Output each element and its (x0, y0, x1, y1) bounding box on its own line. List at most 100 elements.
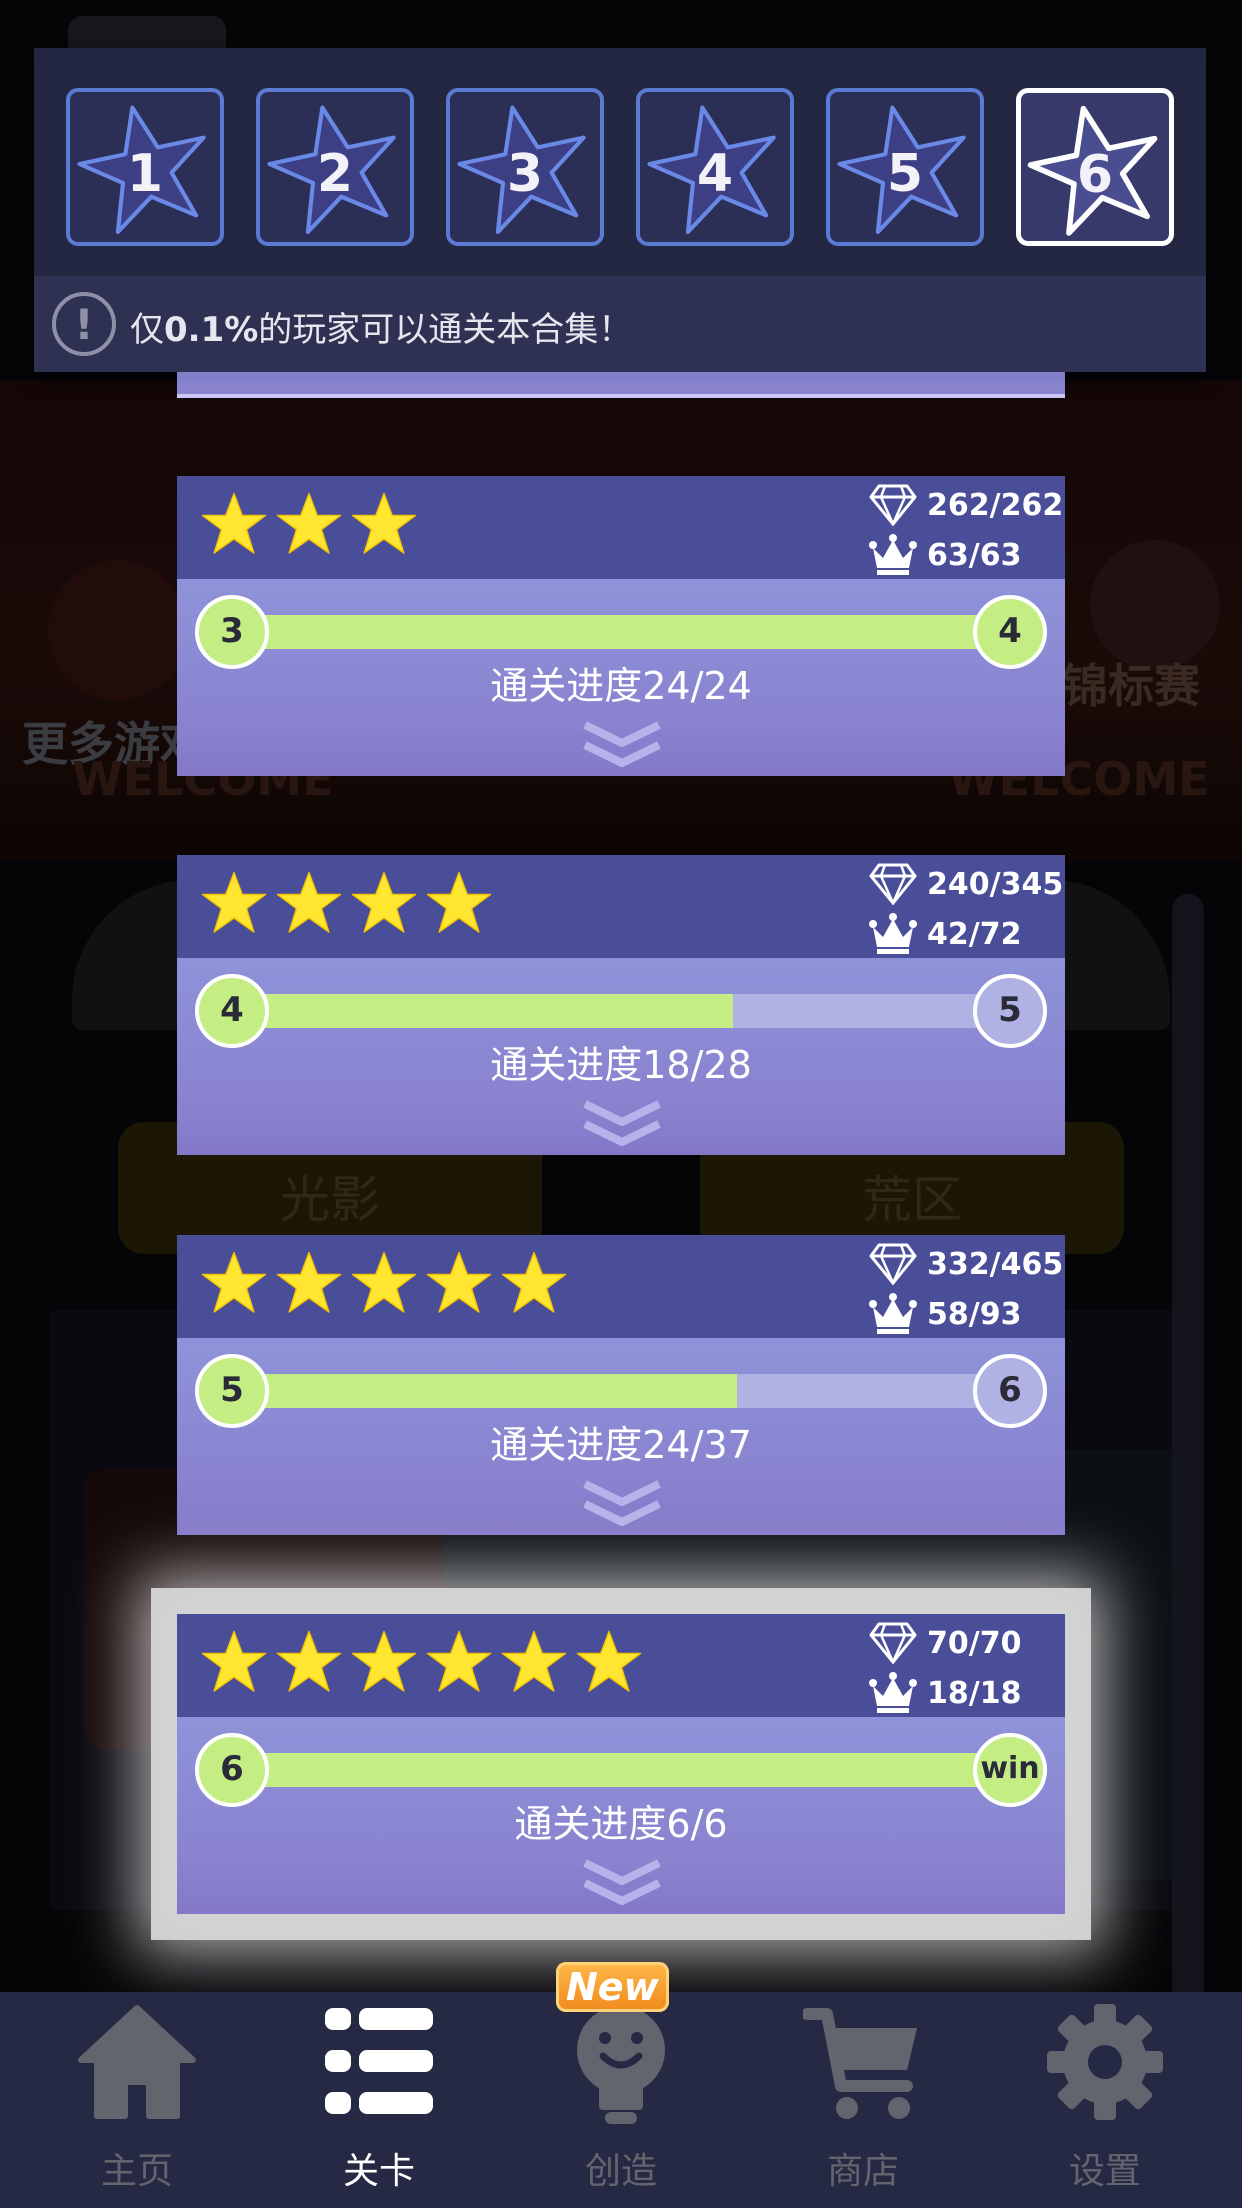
chevron-down-icon[interactable] (581, 1098, 663, 1148)
tier-number: 6 (1076, 145, 1114, 205)
star-icon (276, 1251, 342, 1313)
gem-stat: 332/465 (869, 1239, 1063, 1287)
diamond-icon (869, 1243, 917, 1285)
nav-label: 创造 (584, 2151, 657, 2192)
tier-button-4[interactable]: 4 (636, 88, 794, 246)
nav-levels[interactable]: 关卡 (258, 1992, 500, 2208)
star-icon (501, 1630, 567, 1692)
chevron-down-icon[interactable] (581, 719, 663, 769)
home-icon (78, 2005, 196, 2119)
progress-track (231, 994, 1011, 1028)
tier-number: 1 (126, 144, 164, 204)
gem-count: 70/70 (927, 1626, 1022, 1661)
diamond-icon (869, 1622, 917, 1664)
level-card-body: 3 4 通关进度24/24 (177, 579, 1065, 776)
star-rating (199, 869, 499, 945)
background-button-left-label: 光影 (280, 1171, 380, 1229)
crown-stat: 58/93 (869, 1289, 1059, 1337)
tier-row: 1 2 3 4 5 6 (34, 48, 1206, 276)
progress-fill (231, 1753, 1011, 1787)
lightbulb-icon (577, 2006, 665, 2124)
gem-stat: 70/70 (869, 1618, 1059, 1666)
chevron-down-icon[interactable] (581, 1478, 663, 1528)
level-card[interactable]: 262/262 63/63 3 4 通关进度24/24 (177, 476, 1065, 776)
tier-button-6[interactable]: 6 (1016, 88, 1174, 246)
notice-prefix: 仅 (130, 310, 164, 350)
notice-bar: ! 仅0.1%的玩家可以通关本合集！ (34, 276, 1206, 372)
crown-stat: 18/18 (869, 1668, 1059, 1716)
progress-track (231, 615, 1011, 649)
level-card-header: 262/262 63/63 (177, 476, 1065, 579)
background-button-right-label: 荒区 (862, 1171, 962, 1229)
bottom-navigation: 主页 关卡 创造 商店 设置 (0, 1992, 1242, 2208)
level-card[interactable]: 332/465 58/93 5 6 通关进度24/37 (177, 1235, 1065, 1535)
tournament-label: 锦标赛 (1062, 659, 1200, 713)
star-icon (351, 1251, 417, 1313)
star-icon (276, 1630, 342, 1692)
scrollbar[interactable] (1172, 894, 1204, 2104)
tier-number: 3 (506, 144, 544, 204)
tier-button-1[interactable]: 1 (66, 88, 224, 246)
level-card-body: 5 6 通关进度24/37 (177, 1338, 1065, 1535)
progress-fill (231, 615, 1011, 649)
nav-label: 关卡 (342, 2151, 415, 2192)
star-icon (426, 1251, 492, 1313)
crown-stat: 63/63 (869, 530, 1059, 578)
diamond-icon (869, 863, 917, 905)
star-icon (201, 492, 267, 554)
star-icon (276, 871, 342, 933)
star-icon (276, 492, 342, 554)
notice-percent: 0.1% (164, 310, 259, 350)
nav-label: 商店 (826, 2151, 899, 2192)
gear-icon (1047, 2004, 1163, 2120)
crown-icon (869, 1672, 917, 1713)
progress-text: 通关进度24/24 (490, 664, 752, 708)
progress-text: 通关进度18/28 (490, 1043, 752, 1087)
list-icon (325, 2008, 433, 2114)
level-card[interactable]: 70/70 18/18 6 win 通关进度6/6 (177, 1614, 1065, 1914)
chevron-down-icon[interactable] (581, 1857, 663, 1907)
crown-count: 58/93 (927, 1297, 1022, 1332)
star-icon (576, 1630, 642, 1692)
star-icon (201, 1251, 267, 1313)
tier-number: 5 (886, 144, 924, 204)
notice-text: 仅0.1%的玩家可以通关本合集！ (130, 302, 632, 351)
level-card[interactable]: 240/345 42/72 4 5 通关进度18/28 (177, 855, 1065, 1155)
tier-button-5[interactable]: 5 (826, 88, 984, 246)
progress-track (231, 1753, 1011, 1787)
star-icon (426, 871, 492, 933)
progress-fill (231, 994, 733, 1028)
tier-number: 4 (696, 144, 734, 204)
gem-count: 262/262 (927, 488, 1064, 523)
exclamation-icon: ! (52, 292, 116, 356)
nav-shop[interactable]: 商店 (742, 1992, 984, 2208)
nav-create[interactable]: 创造 (500, 1992, 742, 2208)
star-icon (201, 871, 267, 933)
star-icon (351, 492, 417, 554)
previous-level-card-edge (177, 372, 1065, 398)
progress-text: 通关进度6/6 (514, 1802, 728, 1846)
nav-settings[interactable]: 设置 (984, 1992, 1226, 2208)
tier-selector-panel: 1 2 3 4 5 6 ! 仅0.1%的玩家可以通关本合集！ (34, 48, 1206, 372)
nav-home[interactable]: 主页 (16, 1992, 258, 2208)
level-card-header: 332/465 58/93 (177, 1235, 1065, 1338)
notice-suffix: 的玩家可以通关本合集！ (258, 310, 633, 350)
nav-label: 设置 (1068, 2151, 1141, 2192)
level-card-header: 240/345 42/72 (177, 855, 1065, 958)
crown-count: 18/18 (927, 1676, 1022, 1711)
cart-icon (803, 2008, 917, 2119)
star-icon (426, 1630, 492, 1692)
tier-button-3[interactable]: 3 (446, 88, 604, 246)
tier-button-2[interactable]: 2 (256, 88, 414, 246)
tier-number: 2 (316, 144, 354, 204)
nav-label: 主页 (100, 2151, 173, 2192)
level-card-body: 4 5 通关进度18/28 (177, 958, 1065, 1155)
star-rating (199, 1249, 574, 1325)
gem-count: 332/465 (927, 1247, 1064, 1282)
star-icon (351, 871, 417, 933)
level-card-body: 6 win 通关进度6/6 (177, 1717, 1065, 1914)
star-icon (501, 1251, 567, 1313)
progress-fill (231, 1374, 738, 1408)
gamepad-icon (48, 560, 188, 700)
level-card-header: 70/70 18/18 (177, 1614, 1065, 1717)
